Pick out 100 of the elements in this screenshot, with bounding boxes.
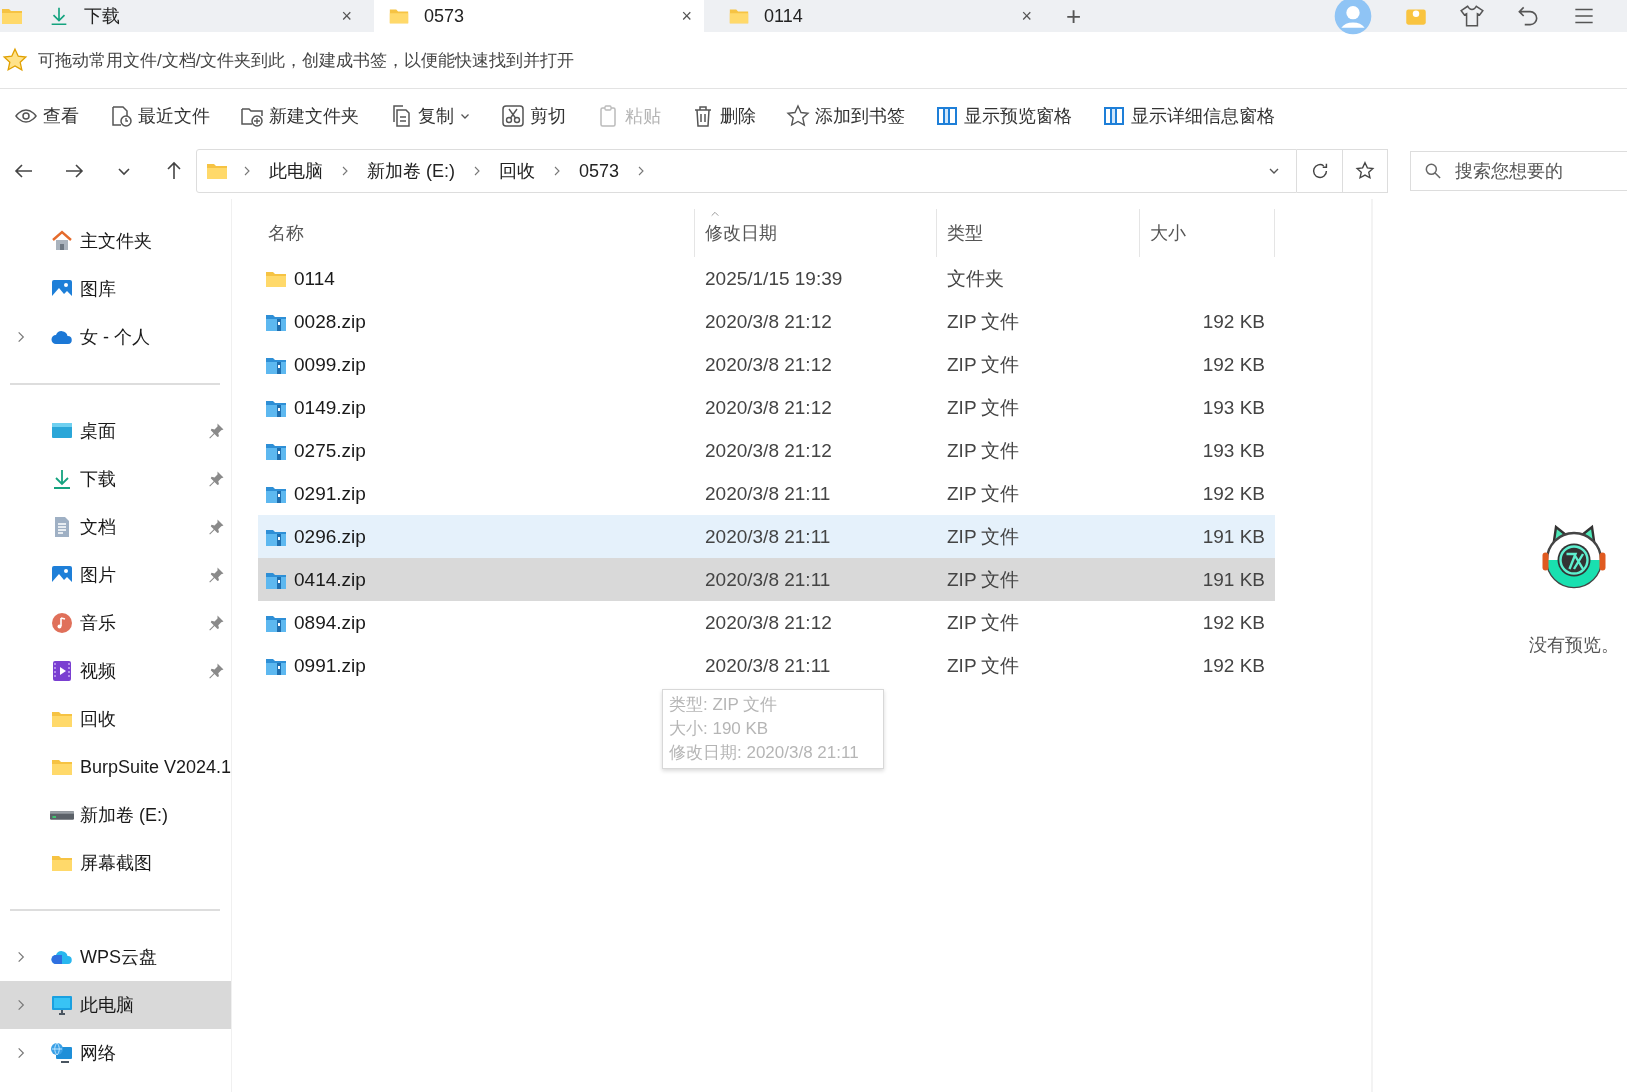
breadcrumb[interactable]: 0573 [575, 160, 624, 182]
tooltip-line: 修改日期: 2020/3/8 21:11 [669, 742, 860, 764]
file-row[interactable]: 0275.zip 2020/3/8 21:12 ZIP 文件 193 KB [258, 429, 1275, 472]
pin-icon[interactable] [207, 614, 225, 632]
modified-date: 2020/3/8 21:11 [704, 654, 832, 677]
sidebar-item[interactable]: 下载 [0, 455, 231, 503]
file-size: 193 KB [1201, 439, 1266, 462]
toolbar-button[interactable]: 剪切 [501, 100, 566, 132]
file-size: 192 KB [1201, 611, 1266, 634]
close-tab-button[interactable]: × [1021, 5, 1032, 27]
star-icon [1353, 160, 1376, 182]
sidebar-item[interactable]: 图库 [0, 265, 231, 313]
tooltip-line: 大小: 190 KB [669, 718, 770, 740]
file-type: ZIP 文件 [946, 524, 1021, 549]
pin-icon[interactable] [207, 518, 225, 536]
bookmark-hint: 可拖动常用文件/文档/文件夹到此，创建成书签，以便能快速找到并打开 [38, 49, 575, 72]
modified-date: 2020/3/8 21:12 [704, 396, 833, 419]
file-size: 192 KB [1201, 353, 1266, 376]
file-row[interactable]: 0414.zip 2020/3/8 21:11 ZIP 文件 191 KB [258, 558, 1275, 601]
pin-icon[interactable] [207, 422, 225, 440]
file-row[interactable]: 0296.zip 2020/3/8 21:11 ZIP 文件 191 KB [258, 515, 1275, 558]
file-name: 0114 [294, 267, 335, 290]
pin-icon[interactable] [207, 566, 225, 584]
tab[interactable]: 下载 × [34, 0, 364, 32]
sidebar-item[interactable]: 主文件夹 [0, 217, 231, 265]
sidebar-item[interactable]: WPS云盘 [0, 933, 231, 981]
file-type: ZIP 文件 [946, 567, 1021, 592]
music-icon [50, 611, 74, 635]
sidebar-item[interactable]: 视频 [0, 647, 231, 695]
file-row[interactable]: 0099.zip 2020/3/8 21:12 ZIP 文件 192 KB [258, 343, 1275, 386]
sidebar-item[interactable]: BurpSuite V2024.1 [0, 743, 231, 791]
picture-icon [50, 277, 74, 301]
close-tab-button[interactable]: × [681, 5, 692, 27]
sidebar-item[interactable]: 女 - 个人 [0, 313, 231, 361]
sidebar-item[interactable]: 回收 [0, 695, 231, 743]
sidebar-item[interactable]: 图片 [0, 551, 231, 599]
monitor-icon [50, 993, 74, 1017]
toolbar-button[interactable]: 删除 [691, 100, 756, 132]
sidebar-item[interactable]: 屏幕截图 [0, 839, 231, 887]
file-row[interactable]: 0149.zip 2020/3/8 21:12 ZIP 文件 193 KB [258, 386, 1275, 429]
file-row[interactable]: 0991.zip 2020/3/8 21:11 ZIP 文件 192 KB [258, 644, 1275, 687]
sidebar-item[interactable]: 音乐 [0, 599, 231, 647]
file-type: ZIP 文件 [946, 395, 1021, 420]
file-type: ZIP 文件 [946, 481, 1021, 506]
sidebar-item[interactable]: 网络 [0, 1029, 231, 1077]
breadcrumb[interactable]: 此电脑 [265, 159, 327, 183]
star-icon [786, 104, 810, 128]
clock-file-icon [109, 104, 133, 128]
toolbar-button[interactable]: 最近文件 [109, 100, 210, 132]
bookmark-button[interactable] [1342, 149, 1388, 193]
file-name: 0028.zip [294, 310, 366, 333]
file-name: 0296.zip [294, 525, 366, 548]
tooltip-line: 类型: ZIP 文件 [669, 694, 779, 716]
sidebar-item[interactable]: 新加卷 (E:) [0, 791, 231, 839]
toolbar-button[interactable]: 复制 [389, 100, 471, 132]
column-header[interactable]: 大小 [1140, 209, 1275, 257]
new-tab-button[interactable]: + [1066, 0, 1082, 32]
bookmark-star-icon [2, 47, 28, 73]
pane-icon [935, 104, 959, 128]
toolbar-button[interactable]: 显示详细信息窗格 [1102, 100, 1275, 132]
toolbar-button[interactable]: 显示预览窗格 [935, 100, 1072, 132]
file-row[interactable]: 0291.zip 2020/3/8 21:11 ZIP 文件 192 KB [258, 472, 1275, 515]
file-row[interactable]: 0114 2025/1/15 19:39 文件夹 [258, 257, 1275, 300]
sidebar-item[interactable]: 桌面 [0, 407, 231, 455]
toolbar-button[interactable]: 添加到书签 [786, 100, 905, 132]
modified-date: 2020/3/8 21:12 [704, 439, 833, 462]
picture-icon [50, 563, 74, 587]
address-bar[interactable]: 此电脑 新加卷 (E:) 回收 0573 [196, 149, 1298, 193]
breadcrumb[interactable]: 回收 [495, 159, 539, 183]
sidebar-item[interactable]: 此电脑 [0, 981, 231, 1029]
column-header[interactable]: 名称 [258, 209, 695, 257]
file-type: ZIP 文件 [946, 309, 1021, 334]
modified-date: 2020/3/8 21:12 [704, 611, 833, 634]
search-input[interactable]: 搜索您想要的 [1453, 159, 1627, 183]
shirt-icon[interactable] [1459, 3, 1485, 29]
column-header[interactable]: 类型 [937, 209, 1140, 257]
refresh-button[interactable] [1297, 149, 1343, 193]
file-type: 文件夹 [946, 266, 1005, 291]
tab[interactable]: 0573 × [374, 0, 704, 32]
search-icon [1423, 161, 1443, 181]
pin-icon[interactable] [207, 662, 225, 680]
pin-icon[interactable] [207, 470, 225, 488]
drive-icon [50, 809, 74, 821]
column-header[interactable]: 修改日期 [695, 209, 937, 257]
breadcrumb[interactable]: 新加卷 (E:) [363, 159, 459, 183]
network-icon [50, 1041, 74, 1065]
sidebar-item[interactable]: 文档 [0, 503, 231, 551]
close-tab-button[interactable]: × [341, 5, 352, 27]
file-row[interactable]: 0894.zip 2020/3/8 21:12 ZIP 文件 192 KB [258, 601, 1275, 644]
file-name: 0291.zip [294, 482, 366, 505]
file-size: 192 KB [1201, 310, 1266, 333]
file-size: 192 KB [1201, 482, 1266, 505]
toolbar-button[interactable]: 查看 [14, 100, 79, 132]
tab[interactable]: 0114 × [714, 0, 1044, 32]
search-field[interactable]: 搜索您想要的 [1410, 151, 1627, 191]
file-row[interactable]: 0028.zip 2020/3/8 21:12 ZIP 文件 192 KB [258, 300, 1275, 343]
file-type: ZIP 文件 [946, 438, 1021, 463]
modified-date: 2020/3/8 21:11 [704, 568, 832, 591]
modified-date: 2020/3/8 21:11 [704, 525, 832, 548]
toolbar-button[interactable]: 新建文件夹 [240, 100, 359, 132]
